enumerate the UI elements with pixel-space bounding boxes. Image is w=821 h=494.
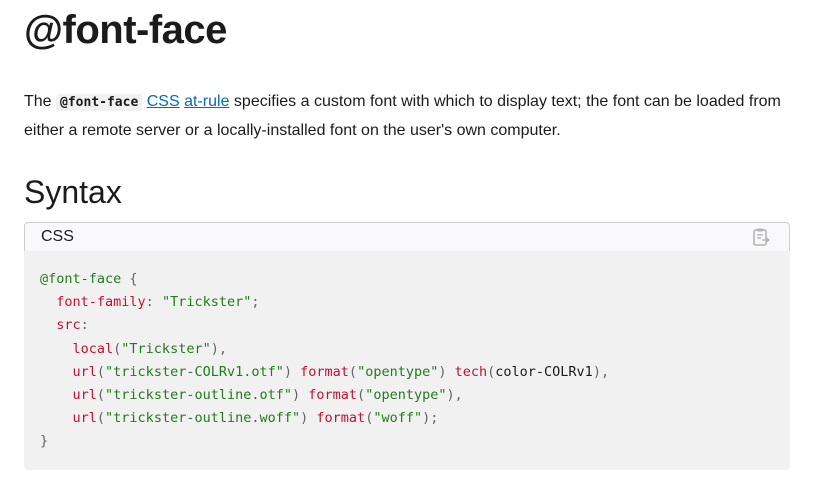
code-string: "Trickster" (121, 340, 211, 357)
intro-prefix: The (24, 93, 57, 110)
code-function: format (308, 387, 358, 404)
page-title: @font-face (24, 8, 227, 52)
code-function: url (72, 387, 97, 404)
code-function: local (72, 340, 114, 357)
code-property: font-family (56, 294, 146, 311)
code-brace: { (129, 271, 138, 287)
code-string: "trickster-outline.woff" (105, 410, 301, 427)
code-string: "trickster-COLRv1.otf" (105, 363, 284, 380)
code-function: tech (454, 363, 488, 380)
code-string: "woff" (373, 410, 423, 427)
code-function: url (72, 410, 97, 427)
code-language-label: CSS (41, 228, 74, 245)
code-string: "opentype" (357, 363, 439, 380)
at-rule-link[interactable]: at-rule (184, 93, 229, 110)
copy-button[interactable] (751, 227, 771, 247)
code-block-header: CSS (24, 222, 790, 252)
code-function: url (72, 363, 97, 380)
inline-code: @font-face (56, 94, 143, 111)
code-string: "trickster-outline.otf" (105, 387, 292, 404)
code-property: src (56, 317, 81, 334)
code-brace: } (40, 433, 49, 450)
code-value: color-COLRv1 (495, 363, 593, 380)
code-string: "opentype" (365, 387, 447, 404)
intro-paragraph: The @font-face CSS at-rule specifies a c… (24, 88, 790, 145)
code-function: format (300, 363, 349, 380)
code-at-rule: @font-face (40, 271, 122, 287)
code-block: @font-face { font-family: "Trickster"; s… (24, 251, 790, 470)
clipboard-icon (753, 228, 771, 246)
code-string: "Trickster" (161, 294, 252, 311)
code-content: @font-face { font-family: "Trickster"; s… (40, 271, 610, 450)
code-function: format (316, 410, 366, 427)
syntax-heading: Syntax (24, 174, 122, 210)
css-link[interactable]: CSS (147, 93, 180, 110)
